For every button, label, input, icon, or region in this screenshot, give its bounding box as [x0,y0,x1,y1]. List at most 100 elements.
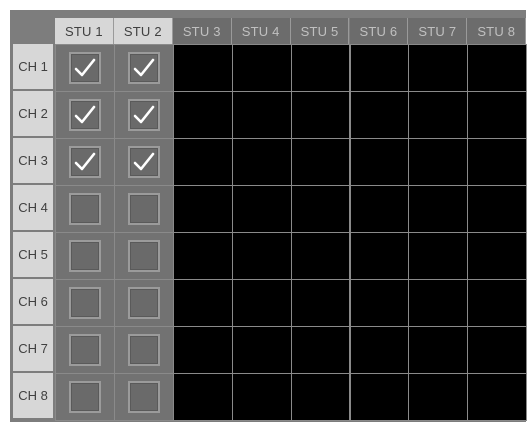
matrix-cell-ch1-stu8 [467,44,528,92]
route-checkbox-ch4-stu1[interactable] [68,193,101,225]
column-header-stu-7: STU 7 [408,18,468,44]
matrix-cell-ch3-stu7 [408,138,469,186]
row-header-ch-8: CH 8 [13,373,53,419]
matrix-cell-ch5-stu2 [113,232,174,280]
matrix-cell-ch6-stu1 [55,279,115,327]
row-header-ch-3: CH 3 [13,138,53,184]
checkmark-icon [133,58,155,77]
matrix-cell-ch7-stu2 [113,326,174,374]
route-checkbox-ch6-stu2[interactable] [127,287,160,319]
matrix-cell-ch2-stu4 [231,91,292,139]
matrix-cell-ch1-stu5 [290,44,351,92]
matrix-cell-ch8-stu4 [231,373,292,421]
matrix-cell-ch8-stu3 [172,373,233,421]
route-checkbox-ch8-stu1[interactable] [68,381,101,413]
route-checkbox-ch7-stu2[interactable] [127,334,160,366]
matrix-cell-ch8-stu2 [113,373,174,421]
matrix-cell-ch7-stu1 [55,326,115,374]
matrix-cell-ch7-stu6 [349,326,410,374]
matrix-cell-ch3-stu1 [55,138,115,186]
matrix-cell-ch3-stu3 [172,138,233,186]
routing-matrix: STU 1 STU 2 STU 3 STU 4 STU 5 STU 6 STU 7 STU 8… [10,10,528,422]
matrix-cell-ch6-stu4 [231,279,292,327]
column-header-stu-8: STU 8 [467,18,527,44]
matrix-cell-ch4-stu3 [172,185,233,233]
checkmark-icon [74,152,96,171]
matrix-cell-ch5-stu8 [467,232,528,280]
checkmark-icon [74,58,96,77]
matrix-cell-ch6-stu7 [408,279,469,327]
row-header-ch-4: CH 4 [13,185,53,231]
matrix-cell-ch2-stu1 [55,91,115,139]
column-header-row: STU 1 STU 2 STU 3 STU 4 STU 5 STU 6 STU 7 STU 8 [10,10,527,44]
matrix-cell-ch1-stu1 [55,44,115,92]
matrix-cell-ch1-stu6 [349,44,410,92]
route-checkbox-ch5-stu1[interactable] [68,240,101,272]
row-header-ch-1: CH 1 [13,44,53,90]
matrix-cell-ch2-stu7 [408,91,469,139]
matrix-cell-ch5-stu7 [408,232,469,280]
matrix-cell-ch4-stu1 [55,185,115,233]
matrix-cell-ch7-stu3 [172,326,233,374]
column-header-stu-5: STU 5 [290,18,350,44]
matrix-cell-ch1-stu7 [408,44,469,92]
matrix-cell-ch3-stu6 [349,138,410,186]
matrix-cell-ch4-stu6 [349,185,410,233]
matrix-cell-ch8-stu5 [290,373,351,421]
matrix-corner [10,10,55,44]
matrix-cell-ch6-stu6 [349,279,410,327]
route-checkbox-ch7-stu1[interactable] [68,334,101,366]
column-header-stu-3: STU 3 [172,18,232,44]
matrix-cell-ch5-stu4 [231,232,292,280]
matrix-cell-ch4-stu8 [467,185,528,233]
matrix-cell-ch1-stu2 [113,44,174,92]
matrix-cell-ch1-stu4 [231,44,292,92]
matrix-cell-ch1-stu3 [172,44,233,92]
matrix-cell-ch6-stu2 [113,279,174,327]
row-header-ch-6: CH 6 [13,279,53,325]
route-checkbox-ch4-stu2[interactable] [127,193,160,225]
route-checkbox-ch1-stu2[interactable] [127,52,160,84]
column-header-stu-6: STU 6 [349,18,409,44]
route-checkbox-ch2-stu1[interactable] [68,99,101,131]
route-checkbox-ch3-stu1[interactable] [68,146,101,178]
route-checkbox-ch6-stu1[interactable] [68,287,101,319]
matrix-cell-ch6-stu5 [290,279,351,327]
matrix-cell-ch4-stu2 [113,185,174,233]
matrix-cell-ch2-stu3 [172,91,233,139]
matrix-cell-ch3-stu4 [231,138,292,186]
checkmark-icon [74,105,96,124]
matrix-cell-ch2-stu5 [290,91,351,139]
matrix-cell-ch6-stu8 [467,279,528,327]
matrix-cell-ch6-stu3 [172,279,233,327]
matrix-cell-ch4-stu7 [408,185,469,233]
row-header-ch-7: CH 7 [13,326,53,372]
matrix-cell-ch8-stu1 [55,373,115,421]
matrix-cell-ch8-stu6 [349,373,410,421]
matrix-cell-ch5-stu1 [55,232,115,280]
matrix-cell-ch7-stu5 [290,326,351,374]
route-checkbox-ch1-stu1[interactable] [68,52,101,84]
route-checkbox-ch2-stu2[interactable] [127,99,160,131]
checkmark-icon [133,105,155,124]
matrix-cell-ch8-stu7 [408,373,469,421]
route-checkbox-ch5-stu2[interactable] [127,240,160,272]
route-checkbox-ch3-stu2[interactable] [127,146,160,178]
column-header-stu-2: STU 2 [113,18,173,44]
matrix-cell-ch2-stu2 [113,91,174,139]
matrix-cell-ch5-stu5 [290,232,351,280]
route-checkbox-ch8-stu2[interactable] [127,381,160,413]
row-header-ch-2: CH 2 [13,91,53,137]
matrix-cell-ch4-stu5 [290,185,351,233]
matrix-cell-ch3-stu8 [467,138,528,186]
matrix-cell-ch8-stu8 [467,373,528,421]
matrix-cell-ch5-stu6 [349,232,410,280]
matrix-cell-ch7-stu4 [231,326,292,374]
matrix-cell-ch3-stu5 [290,138,351,186]
matrix-cell-ch7-stu8 [467,326,528,374]
column-header-stu-4: STU 4 [231,18,291,44]
matrix-cell-ch2-stu8 [467,91,528,139]
column-header-stu-1: STU 1 [55,18,114,44]
matrix-cell-ch3-stu2 [113,138,174,186]
matrix-cell-ch2-stu6 [349,91,410,139]
